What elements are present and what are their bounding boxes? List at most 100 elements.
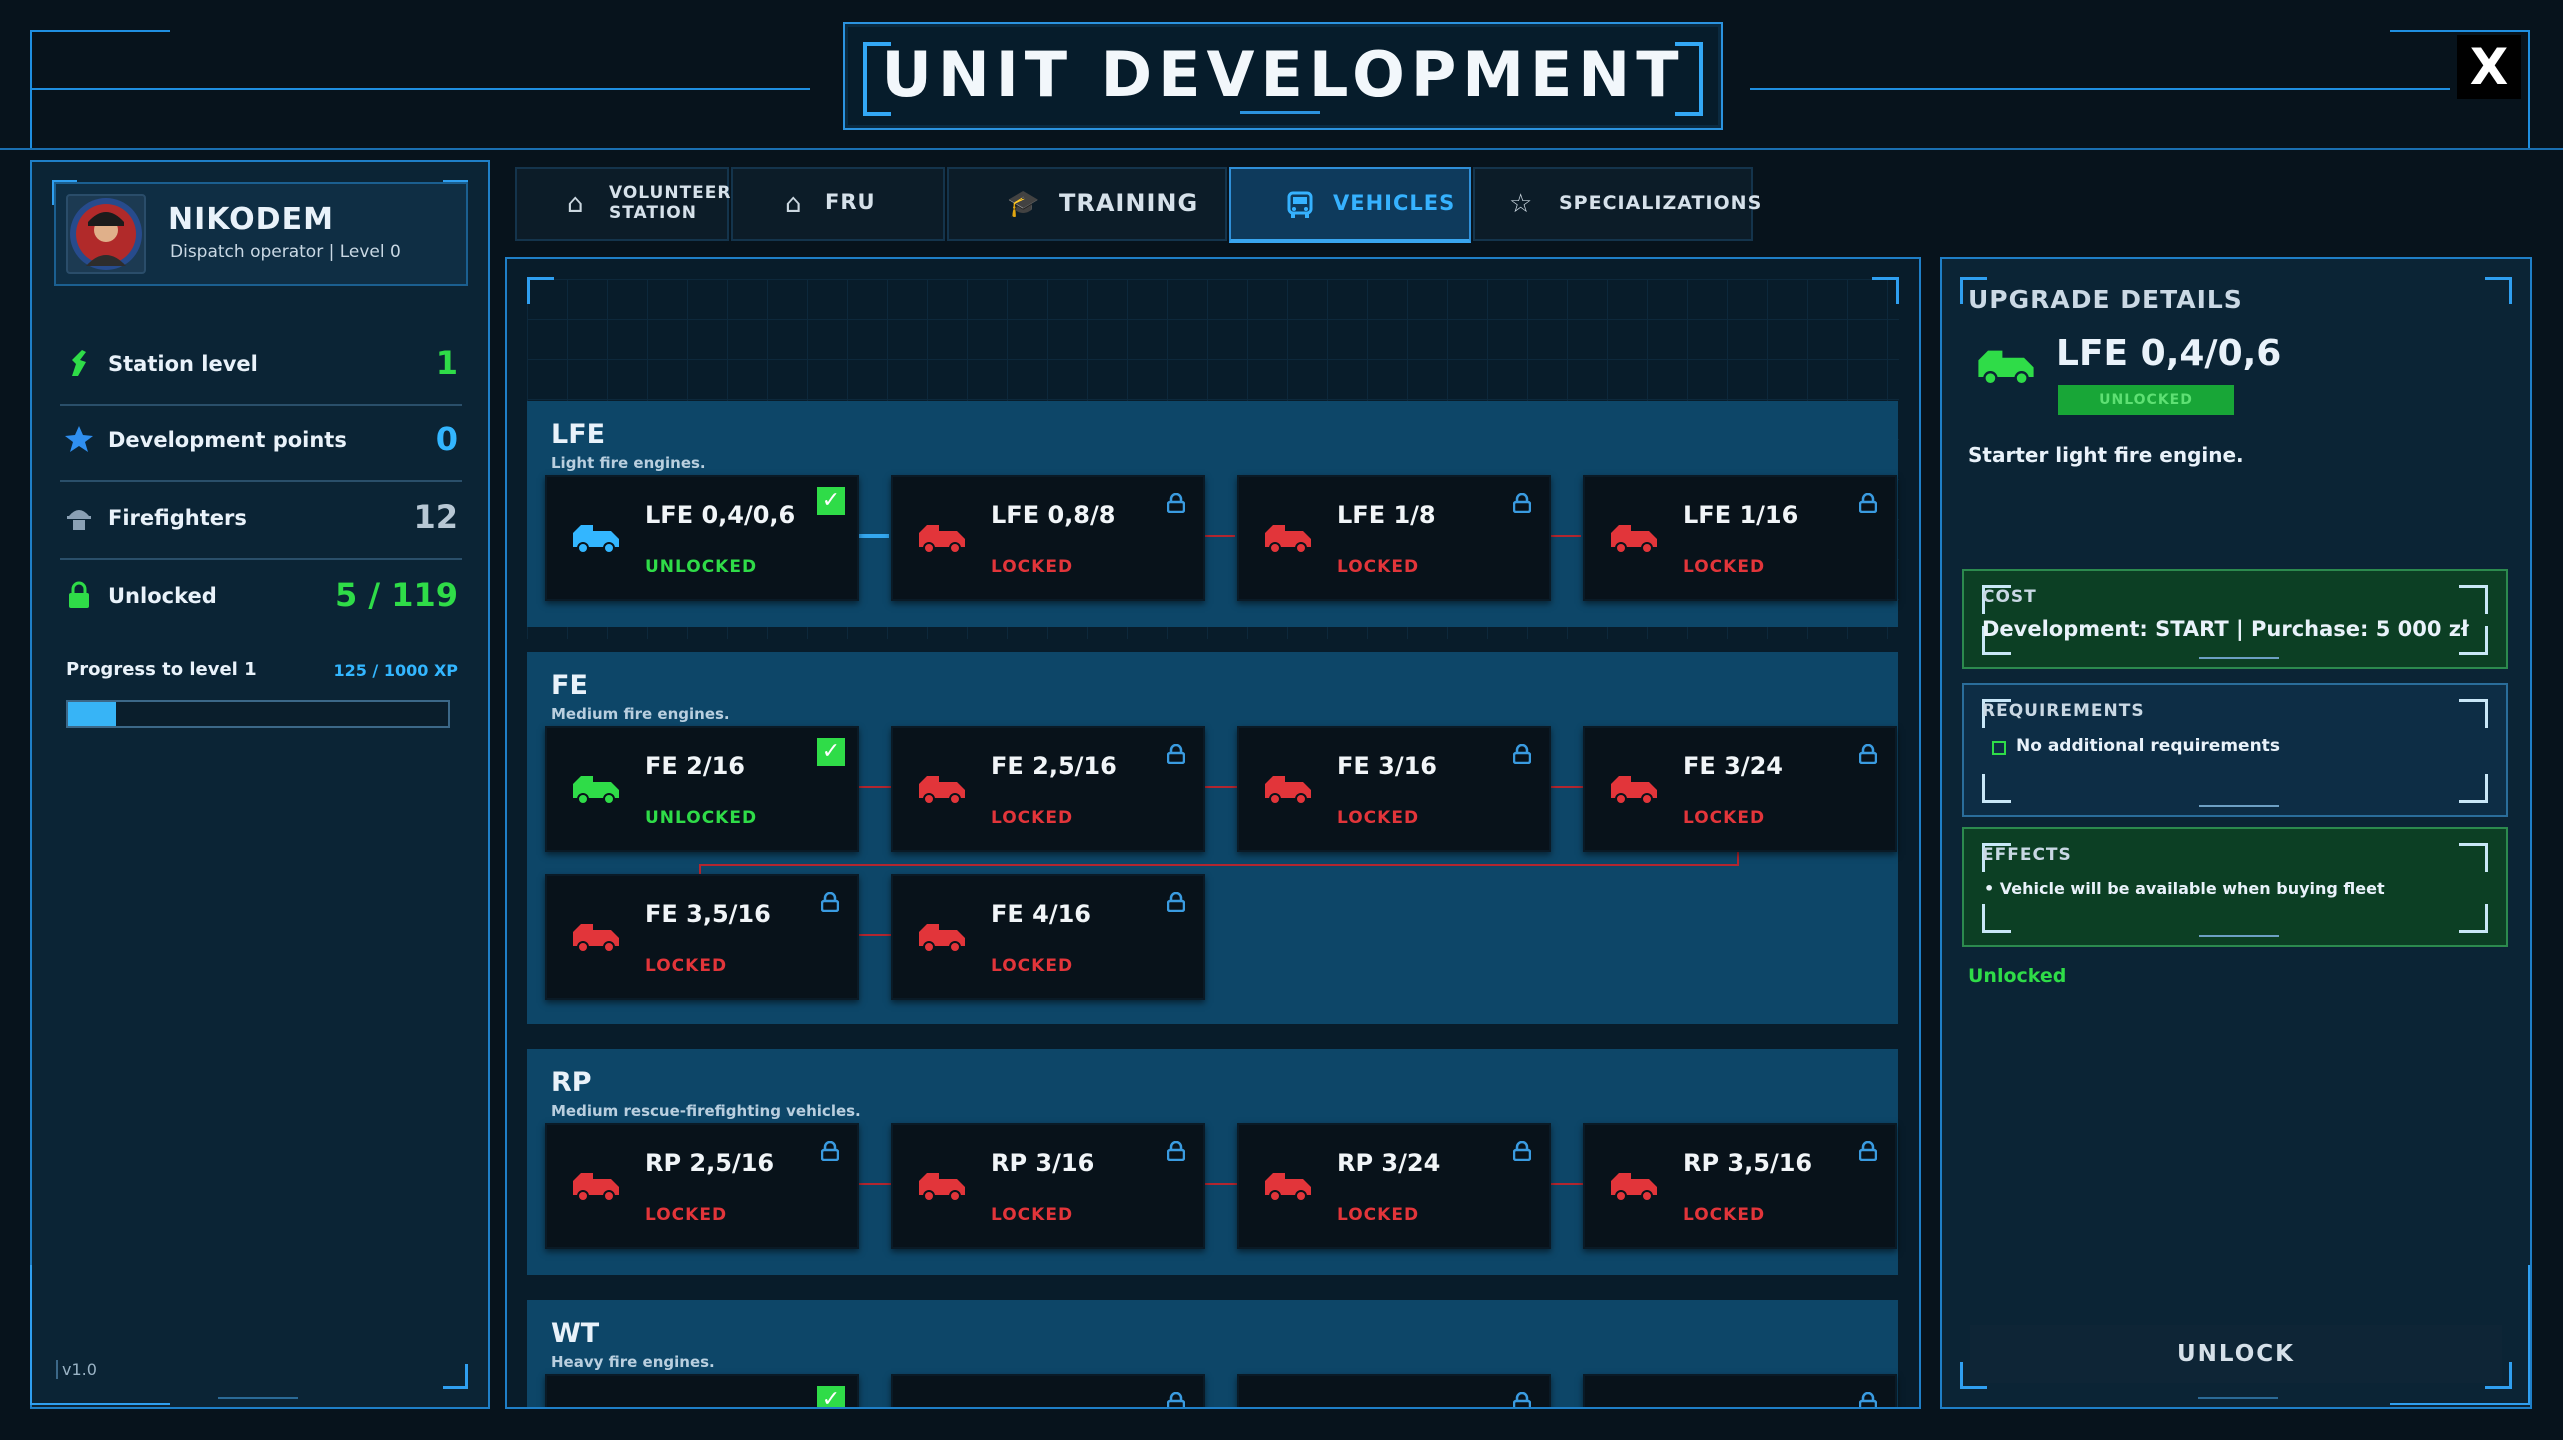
vehicle-card[interactable]: FE 3,5/16 LOCKED (545, 874, 859, 1000)
tab-fru[interactable]: ⌂ FRU (731, 167, 945, 241)
category-title: WT (551, 1318, 600, 1349)
vehicle-card[interactable]: RP 3,5/16 LOCKED (1583, 1123, 1897, 1249)
graduation-cap-icon: 🎓 (1007, 189, 1040, 219)
category-fe: FE Medium fire engines. FE 2/16 UNLOCKED… (527, 652, 1898, 1024)
stat-firefighters: Firefighters 12 (60, 484, 462, 560)
fire-truck-icon (1263, 1169, 1313, 1205)
vehicle-card[interactable]: FE 2/16 UNLOCKED ✓ (545, 726, 859, 852)
box-underline (2199, 805, 2279, 807)
category-title: FE (551, 670, 588, 701)
checkmark-icon: ✓ (817, 487, 845, 515)
vehicle-card[interactable]: LFE 0,4/0,6 UNLOCKED ✓ (545, 475, 859, 601)
upgrade-details-panel: UPGRADE DETAILS LFE 0,4/0,6 UNLOCKED Sta… (1940, 257, 2532, 1409)
tab-specializations[interactable]: ☆ SPECIALIZATIONS (1473, 167, 1761, 241)
tab-training[interactable]: 🎓 TRAINING (947, 167, 1227, 241)
version-label: v1.0 (56, 1360, 97, 1379)
tab-vehicles[interactable]: VEHICLES (1229, 167, 1471, 243)
category-wt: WT Heavy fire engines. ✓ (527, 1300, 1898, 1407)
requirements-value: No additional requirements (2016, 736, 2280, 756)
vehicle-card[interactable]: LFE 0,8/8 LOCKED (891, 475, 1205, 601)
fire-truck-icon (1609, 772, 1659, 808)
panel-underline (218, 1397, 298, 1399)
category-subtitle: Light fire engines. (551, 454, 706, 472)
vehicle-name: FE 2,5/16 (991, 752, 1117, 780)
vehicle-card[interactable]: FE 3/24 LOCKED (1583, 726, 1897, 852)
vehicle-tree-panel[interactable]: LFE Light fire engines. LFE 0,4/0,6 UNLO… (505, 257, 1921, 1409)
fire-truck-icon (1263, 772, 1313, 808)
fire-truck-icon (1609, 521, 1659, 557)
fire-truck-icon (917, 521, 967, 557)
vehicle-status: LOCKED (991, 956, 1074, 976)
firefighter-icon (64, 502, 94, 532)
corner-bracket (1960, 1362, 1987, 1389)
fire-truck-icon (571, 772, 621, 808)
cost-value: Development: START | Purchase: 5 000 zł (1982, 617, 2469, 641)
category-rp: RP Medium rescue-firefighting vehicles. … (527, 1049, 1898, 1275)
header-frame-line (30, 30, 170, 32)
building-icon: ⌂ (785, 189, 802, 219)
padlock-icon (820, 891, 840, 913)
status-badge: UNLOCKED (2058, 385, 2234, 415)
padlock-icon (1858, 1140, 1878, 1162)
padlock-icon (820, 1140, 840, 1162)
padlock-icon (1166, 1140, 1186, 1162)
vehicle-card[interactable]: FE 3/16 LOCKED (1237, 726, 1551, 852)
effects-title: EFFECTS (1982, 845, 2072, 865)
vehicle-card[interactable]: LFE 1/16 LOCKED (1583, 475, 1897, 601)
tab-label-line1: VOLUNTEER (609, 183, 732, 203)
padlock-icon (1858, 1391, 1878, 1407)
badge-star-icon: ☆ (1509, 189, 1533, 219)
corner-bracket (1982, 904, 2011, 933)
vehicle-name: FE 3/16 (1337, 752, 1438, 780)
frame-line (2528, 1265, 2530, 1405)
tree-connector (699, 864, 701, 874)
vehicle-status: LOCKED (1337, 557, 1420, 577)
category-title: RP (551, 1067, 592, 1098)
details-title: UPGRADE DETAILS (1968, 285, 2243, 314)
vehicle-card[interactable]: FE 2,5/16 LOCKED (891, 726, 1205, 852)
panel-underline (2198, 1397, 2278, 1399)
vehicle-name: FE 4/16 (991, 900, 1092, 928)
details-description: Starter light fire engine. (1968, 443, 2244, 467)
corner-bracket (1872, 277, 1899, 304)
header-frame-line (2528, 30, 2530, 148)
stat-development-points: Development points 0 (60, 406, 462, 482)
vehicle-card[interactable]: RP 3/16 LOCKED (891, 1123, 1205, 1249)
frame-line (2390, 1403, 2530, 1405)
stat-unlocked: Unlocked 5 / 119 (60, 562, 462, 636)
vehicle-card[interactable]: RP 3/24 LOCKED (1237, 1123, 1551, 1249)
tab-volunteer-station[interactable]: ⌂ VOLUNTEER STATION (515, 167, 732, 241)
progress-fill (68, 702, 116, 726)
vehicle-card[interactable] (891, 1374, 1205, 1407)
vehicle-name: LFE 1/16 (1683, 501, 1799, 529)
vehicle-card[interactable]: ✓ (545, 1374, 859, 1407)
vehicle-card[interactable] (1237, 1374, 1551, 1407)
frame-line (30, 1265, 32, 1405)
padlock-icon (1858, 743, 1878, 765)
vehicle-name: FE 3/24 (1683, 752, 1784, 780)
corner-bracket (443, 1364, 468, 1389)
vehicle-status: LOCKED (1683, 1205, 1766, 1225)
fire-truck-icon (1609, 1169, 1659, 1205)
details-vehicle-name: LFE 0,4/0,6 (2056, 333, 2282, 374)
vehicle-name: RP 3/16 (991, 1149, 1095, 1177)
progress-label: Progress to level 1 (66, 659, 257, 680)
checkbox-icon (1992, 741, 2006, 755)
unlock-button[interactable]: UNLOCK (1970, 1325, 2502, 1383)
vehicle-card[interactable] (1583, 1374, 1897, 1407)
avatar (66, 194, 146, 274)
category-lfe: LFE Light fire engines. LFE 0,4/0,6 UNLO… (527, 401, 1898, 627)
vehicle-card[interactable]: RP 2,5/16 LOCKED (545, 1123, 859, 1249)
cost-title: COST (1982, 587, 2037, 607)
vehicle-card[interactable]: FE 4/16 LOCKED (891, 874, 1205, 1000)
corner-bracket (1982, 774, 2011, 803)
fire-truck-icon (917, 772, 967, 808)
close-button[interactable]: X (2457, 35, 2521, 99)
stat-value: 0 (435, 420, 458, 458)
stat-label: Development points (108, 428, 347, 452)
vehicle-status: LOCKED (1683, 808, 1766, 828)
padlock-icon (1166, 743, 1186, 765)
vehicle-name: LFE 1/8 (1337, 501, 1436, 529)
vehicle-card[interactable]: LFE 1/8 LOCKED (1237, 475, 1551, 601)
fire-truck-icon (571, 1169, 621, 1205)
